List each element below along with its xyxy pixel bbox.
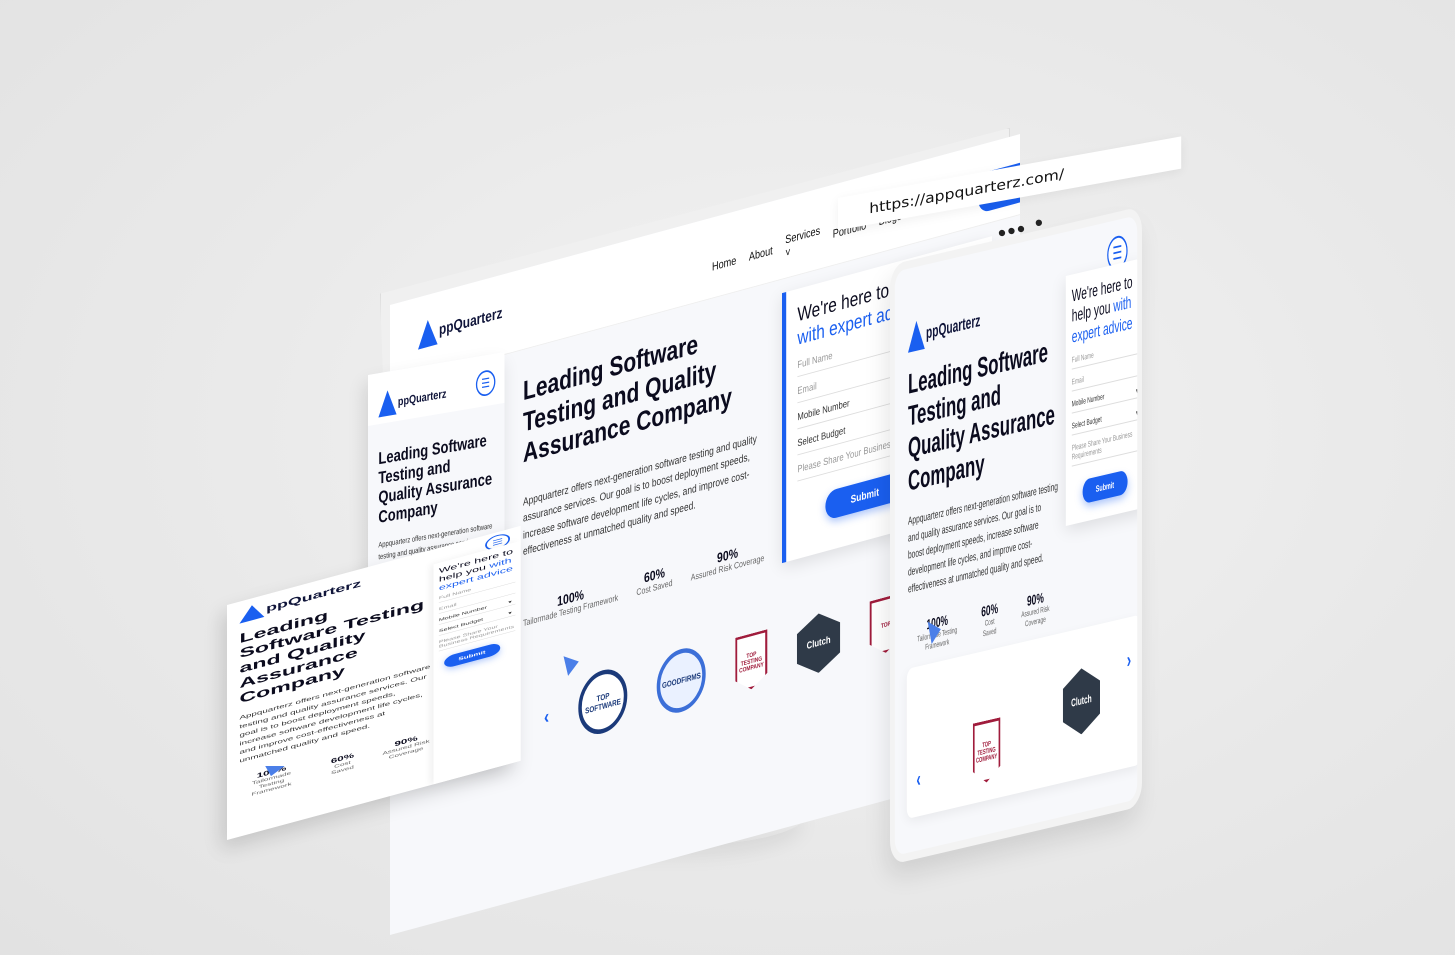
slider-prev-icon[interactable]: ‹	[544, 705, 549, 730]
hero-title: Leading Software Testing and Quality Ass…	[908, 336, 1055, 497]
tablet-page: ☰ ppQuarterz Leading Software Testing an…	[890, 206, 1142, 865]
logo-mark-icon	[378, 388, 397, 418]
award-badge-clutch: Clutch	[797, 608, 840, 679]
stat-risk-coverage: 90% Assured Risk Coverage	[382, 734, 430, 761]
nav-about[interactable]: About	[749, 243, 773, 263]
award-badge-testing: TOP TESTING COMPANY	[973, 717, 1001, 785]
slider-next-icon[interactable]: ›	[1127, 647, 1131, 674]
stat-cost-saved: 60% Cost Saved	[330, 751, 355, 776]
tablet-logo[interactable]: ppQuarterz	[908, 306, 980, 353]
device-dot: •	[1035, 210, 1043, 235]
tablet-hero: Leading Software Testing and Quality Ass…	[908, 334, 1058, 657]
phone-logo[interactable]: ppQuarterz	[378, 380, 446, 418]
hero-description: Appquarterz offers next-generation softw…	[908, 480, 1058, 596]
stat-cost-saved: 60% Cost Saved	[636, 565, 673, 599]
paper-plane-icon	[558, 648, 579, 676]
submit-button[interactable]: Submit	[1082, 469, 1128, 505]
slider-prev-icon[interactable]: ‹	[916, 766, 920, 793]
logo-mark-icon	[908, 318, 925, 353]
site-logo[interactable]: ppQuarterz	[418, 300, 502, 350]
award-badge-top-software: TOP SOFTWARE	[578, 663, 628, 740]
logo-mark-icon	[239, 601, 265, 624]
logo-mark-icon	[418, 317, 438, 350]
stat-tailormade: 100% Tailormade Testing Framework	[523, 587, 619, 629]
hamburger-menu-icon[interactable]: ☰	[475, 368, 496, 398]
stat-risk-coverage: 90% Assured Risk Coverage	[690, 545, 765, 584]
award-badge-clutch: Clutch	[1063, 664, 1100, 739]
contact-form: We're here to help you with expert advic…	[433, 540, 521, 785]
nav-services[interactable]: Services ˅	[785, 223, 820, 259]
award-badge-goodfirms: GOODFIRMS	[656, 642, 706, 719]
hero-section: Leading Software Testing and Quality Ass…	[523, 309, 775, 631]
hero-title: Leading Software Testing and Quality Ass…	[378, 431, 493, 528]
nav-home[interactable]: Home	[712, 253, 736, 273]
stat-risk-coverage: 90% Assured Risk Coverage	[1021, 589, 1050, 629]
award-badges: ‹ TOP SOFTWARE GOODFIRMS TOP TESTING COM…	[544, 589, 902, 749]
stat-cost-saved: 60% Cost Saved	[981, 599, 999, 639]
contact-form: We're here to help you with expert advic…	[1065, 257, 1142, 526]
mockup-scene: ppQuarterz Home About Services ˅ Portfol…	[0, 0, 1455, 955]
award-badge-testing: TOP TESTING COMPANY	[735, 629, 767, 694]
